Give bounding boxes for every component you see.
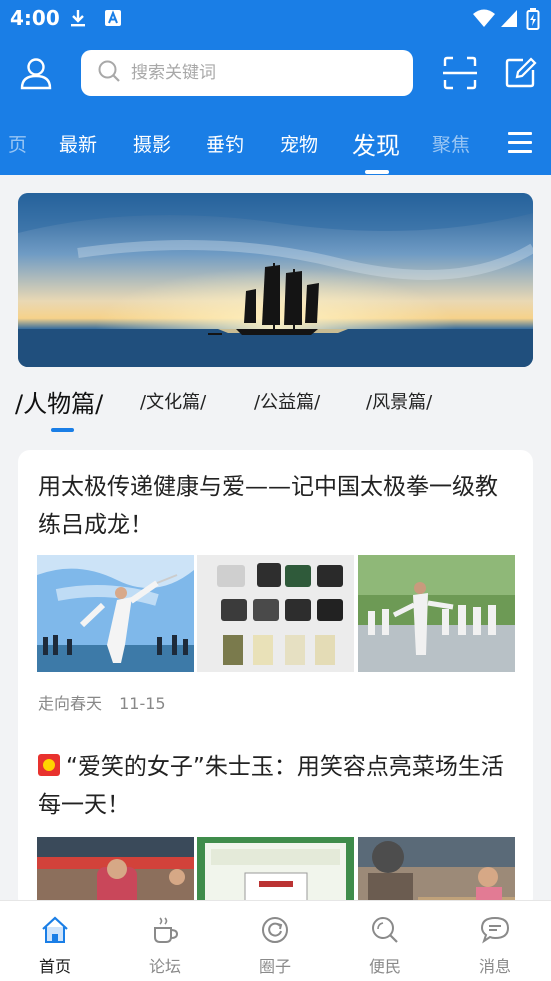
coffee-cup-icon	[154, 917, 179, 943]
nav-circle[interactable]: 圈子	[220, 901, 330, 981]
app-header: 4:00 页	[0, 0, 551, 175]
menu-icon[interactable]	[508, 132, 532, 154]
download-icon	[68, 8, 88, 32]
flag-icon	[38, 754, 60, 776]
nav-services[interactable]: 便民	[330, 901, 440, 981]
subtab-people[interactable]: /人物篇/	[15, 384, 103, 419]
chat-bubble-icon	[480, 916, 510, 944]
nav-services-label: 便民	[368, 957, 401, 976]
battery-icon	[526, 8, 540, 34]
search-input[interactable]	[131, 63, 391, 83]
subtab-charity[interactable]: /公益篇/	[254, 388, 320, 414]
article-meta: 走向春天 11-15	[38, 690, 178, 714]
bottom-navigation: 首页 论坛 圈子 便民 消息	[0, 900, 551, 981]
font-app-icon	[104, 8, 122, 32]
taichi-group-photo	[358, 555, 515, 672]
category-subtabs: /人物篇/ /文化篇/ /公益篇/ /风景篇/	[0, 378, 551, 438]
refresh-circle-icon	[262, 917, 288, 943]
nav-home-label: 首页	[38, 957, 71, 976]
subtab-culture[interactable]: /文化篇/	[140, 388, 206, 414]
article-title[interactable]: “爱笑的女子”朱士玉：用笑容点亮菜场生活每一天！	[38, 748, 508, 824]
tab-latest[interactable]: 最新	[59, 130, 97, 157]
signal-icon	[500, 8, 518, 32]
nav-circle-label: 圈子	[258, 957, 291, 976]
wifi-icon	[472, 8, 496, 32]
article-thumbnails[interactable]	[37, 555, 515, 673]
article-date: 11-15	[119, 694, 166, 713]
tab-discover[interactable]: 发现	[352, 126, 400, 161]
top-bar	[0, 44, 551, 104]
search-bar[interactable]	[81, 50, 413, 96]
subtab-scenery[interactable]: /风景篇/	[366, 388, 432, 414]
article-list: 用太极传递健康与爱——记中国太极拳一级教练吕成龙！ 走向春天 11-15 “爱笑…	[18, 450, 533, 954]
scan-icon[interactable]	[440, 53, 480, 93]
nav-forum-label: 论坛	[148, 957, 181, 976]
nav-home[interactable]: 首页	[0, 901, 110, 981]
taichi-photo	[37, 555, 194, 672]
article-author: 走向春天	[38, 694, 103, 713]
tab-fishing[interactable]: 垂钓	[206, 130, 244, 157]
article-title-text: “爱笑的女子”朱士玉：用笑容点亮菜场生活每一天！	[38, 754, 504, 818]
nav-messages[interactable]: 消息	[440, 901, 550, 981]
sailboat-sunset-image	[18, 193, 533, 367]
status-bar: 4:00	[0, 0, 551, 36]
home-icon	[42, 916, 68, 943]
subtab-indicator	[51, 428, 74, 432]
tea-products-photo	[197, 555, 354, 672]
tab-indicator	[365, 170, 389, 174]
edit-icon[interactable]	[500, 53, 540, 93]
article-title[interactable]: 用太极传递健康与爱——记中国太极拳一级教练吕成龙！	[38, 468, 508, 544]
nav-messages-label: 消息	[478, 957, 511, 976]
channel-tabs: 页 最新 摄影 垂钓 宠物 发现 聚焦	[0, 118, 551, 174]
tab-photography[interactable]: 摄影	[133, 130, 171, 157]
tab-focus[interactable]: 聚焦	[432, 130, 470, 157]
hero-banner[interactable]	[18, 193, 533, 367]
status-time: 4:00	[10, 6, 60, 30]
nav-forum[interactable]: 论坛	[110, 901, 220, 981]
search-icon	[372, 917, 398, 943]
user-icon[interactable]	[16, 53, 56, 93]
search-icon	[97, 59, 121, 87]
tab-pets[interactable]: 宠物	[280, 130, 318, 157]
tab-home-partial[interactable]: 页	[8, 130, 27, 157]
